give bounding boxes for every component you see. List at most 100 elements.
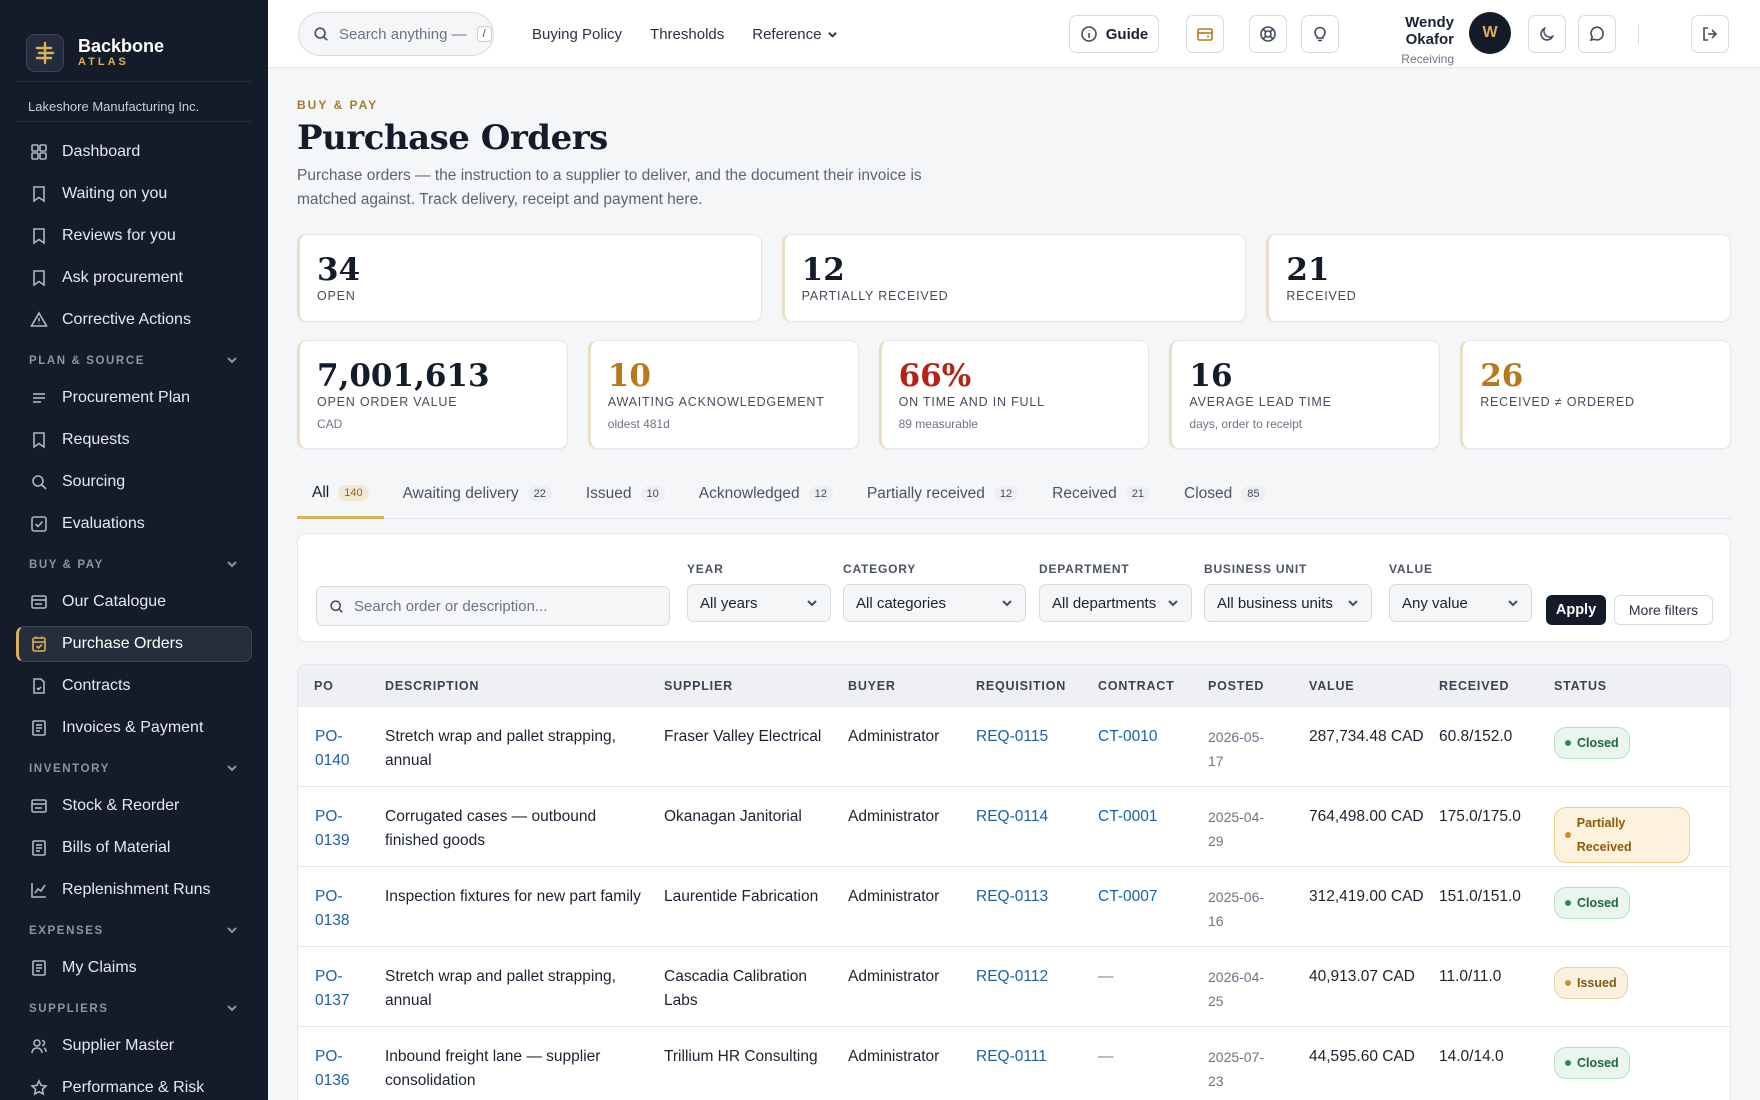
filter-year: YEAR All years — [687, 562, 831, 622]
sidebar-item-our-catalogue[interactable]: Our Catalogue — [16, 584, 252, 620]
avatar[interactable]: W — [1469, 12, 1511, 54]
column-header-description[interactable]: DESCRIPTION — [383, 679, 662, 693]
year-select[interactable]: All years — [687, 584, 831, 622]
sidebar-item-invoices-payment[interactable]: Invoices & Payment — [16, 710, 252, 746]
requisition-link[interactable]: REQ-0112 — [974, 965, 1096, 1026]
tab-closed[interactable]: Closed 85 — [1169, 469, 1281, 519]
tab-received[interactable]: Received 21 — [1037, 469, 1165, 519]
table-row[interactable]: PO- 0138 Inspection fixtures for new part… — [298, 867, 1730, 947]
table-row[interactable]: PO- 0139 Corrugated cases — outbound fini… — [298, 787, 1730, 867]
po-link[interactable]: PO- 0136 — [298, 1045, 383, 1100]
support-button[interactable] — [1249, 15, 1287, 53]
sidebar-item-reviews-for-you[interactable]: Reviews for you — [16, 218, 252, 254]
tab-all[interactable]: All 140 — [297, 469, 384, 519]
top-nav-reference[interactable]: Reference — [752, 26, 838, 43]
sidebar-item-contracts[interactable]: Contracts — [16, 668, 252, 704]
sidebar-item-label: Reviews for you — [62, 227, 176, 244]
table-row[interactable]: PO- 0136 Inbound freight lane — supplier … — [298, 1027, 1730, 1100]
stat-sub: days, order to receipt — [1189, 417, 1303, 431]
sidebar-item-purchase-orders[interactable]: Purchase Orders — [16, 626, 252, 662]
guide-button[interactable]: Guide — [1069, 15, 1159, 53]
column-header-po[interactable]: PO — [298, 679, 383, 693]
column-header-buyer[interactable]: BUYER — [846, 679, 974, 693]
apply-button[interactable]: Apply — [1546, 595, 1606, 625]
column-header-received[interactable]: RECEIVED — [1437, 679, 1552, 693]
stat-awaiting-acknowledgement[interactable]: 10 AWAITING ACKNOWLEDGEMENT oldest 481d — [587, 340, 859, 449]
sidebar-item-label: Waiting on you — [62, 185, 168, 202]
contract-link[interactable]: CT-0007 — [1096, 885, 1206, 946]
supplier-cell: Trillium HR Consulting — [664, 1048, 818, 1065]
sidebar-item-dashboard[interactable]: Dashboard — [16, 134, 252, 170]
po-link[interactable]: PO- 0137 — [298, 965, 383, 1026]
tab-issued[interactable]: Issued 10 — [571, 469, 680, 519]
department-select[interactable]: All departments — [1039, 584, 1192, 622]
sidebar-item-supplier-master[interactable]: Supplier Master — [16, 1028, 252, 1064]
stat-received[interactable]: 21 RECEIVED — [1266, 234, 1731, 322]
requisition-link[interactable]: REQ-0115 — [974, 725, 1096, 786]
section-inventory[interactable]: INVENTORY — [16, 754, 252, 784]
column-header-contract[interactable]: CONTRACT — [1096, 679, 1206, 693]
section-buy-pay[interactable]: BUY & PAY — [16, 550, 252, 580]
table-row[interactable]: PO- 0140 Stretch wrap and pallet strappin… — [298, 707, 1730, 787]
column-header-status[interactable]: STATUS — [1552, 679, 1702, 693]
top-nav-thresholds[interactable]: Thresholds — [650, 26, 724, 43]
requisition-link[interactable]: REQ-0113 — [974, 885, 1096, 946]
section-plan-source[interactable]: PLAN & SOURCE — [16, 346, 252, 376]
po-link[interactable]: PO- 0140 — [298, 725, 383, 786]
category-select[interactable]: All categories — [843, 584, 1026, 622]
star-icon — [30, 1079, 48, 1097]
sidebar-item-sourcing[interactable]: Sourcing — [16, 464, 252, 500]
more-filters-button[interactable]: More filters — [1614, 595, 1713, 625]
stat-value: 10 — [607, 358, 651, 394]
sidebar-item-waiting-on-you[interactable]: Waiting on you — [16, 176, 252, 212]
sidebar-item-performance-risk[interactable]: Performance & Risk — [16, 1070, 252, 1100]
tab-awaiting-delivery[interactable]: Awaiting delivery 22 — [388, 469, 567, 519]
business-unit-select[interactable]: All business units — [1204, 584, 1372, 622]
contract-link[interactable]: CT-0001 — [1096, 805, 1206, 866]
sidebar-item-evaluations[interactable]: Evaluations — [16, 506, 252, 542]
po-link[interactable]: PO- 0139 — [298, 805, 383, 866]
sidebar-item-bills-of-material[interactable]: Bills of Material — [16, 830, 252, 866]
chat-button[interactable] — [1578, 15, 1616, 53]
filter-category: CATEGORY All categories — [843, 562, 1026, 622]
value-select[interactable]: Any value — [1389, 584, 1532, 622]
column-header-posted[interactable]: POSTED — [1206, 679, 1307, 693]
wallet-button[interactable] — [1186, 15, 1224, 53]
stat-on-time-in-full[interactable]: 66% ON TIME AND IN FULL 89 measurable — [878, 340, 1150, 449]
tab-partially-received[interactable]: Partially received 12 — [852, 469, 1033, 519]
sidebar-item-my-claims[interactable]: My Claims — [16, 950, 252, 986]
column-header-value[interactable]: VALUE — [1307, 679, 1437, 693]
sidebar-item-replenishment-runs[interactable]: Replenishment Runs — [16, 872, 252, 908]
section-expenses[interactable]: EXPENSES — [16, 916, 252, 946]
sidebar-item-requests[interactable]: Requests — [16, 422, 252, 458]
brand[interactable]: Backbone ATLAS — [16, 0, 252, 82]
user-info[interactable]: Wendy Okafor Receiving — [1354, 14, 1454, 66]
top-nav-buying-policy[interactable]: Buying Policy — [532, 26, 622, 43]
stat-open-order-value[interactable]: 7,001,613 OPEN ORDER VALUE CAD — [297, 340, 568, 449]
stat-open[interactable]: 34 OPEN — [297, 234, 762, 322]
stat-average-lead-time[interactable]: 16 AVERAGE LEAD TIME days, order to rece… — [1169, 340, 1441, 449]
sidebar-item-corrective-actions[interactable]: Corrective Actions — [16, 302, 252, 338]
sidebar-item-ask-procurement[interactable]: Ask procurement — [16, 260, 252, 296]
sidebar-item-procurement-plan[interactable]: Procurement Plan — [16, 380, 252, 416]
sidebar-item-stock-reorder[interactable]: Stock & Reorder — [16, 788, 252, 824]
requisition-link[interactable]: REQ-0114 — [974, 805, 1096, 866]
stat-received-not-ordered[interactable]: 26 RECEIVED ≠ ORDERED — [1460, 340, 1731, 449]
status-label: Issued — [1577, 976, 1617, 990]
contract-link[interactable]: CT-0010 — [1096, 725, 1206, 786]
tips-button[interactable] — [1301, 15, 1339, 53]
order-search-input[interactable]: Search order or description... — [316, 586, 670, 626]
dark-mode-toggle[interactable] — [1528, 15, 1566, 53]
sign-out-button[interactable] — [1691, 15, 1729, 53]
po-link[interactable]: PO- 0138 — [298, 885, 383, 946]
global-search-input[interactable]: Search anything — / — [298, 12, 494, 56]
tab-acknowledged[interactable]: Acknowledged 12 — [684, 469, 848, 519]
table-row[interactable]: PO- 0137 Stretch wrap and pallet strappin… — [298, 947, 1730, 1027]
organization-name[interactable]: Lakeshore Manufacturing Inc. — [16, 82, 252, 122]
column-header-requisition[interactable]: REQUISITION — [974, 679, 1096, 693]
section-suppliers[interactable]: SUPPLIERS — [16, 994, 252, 1024]
column-header-supplier[interactable]: SUPPLIER — [662, 679, 846, 693]
stat-partially-received[interactable]: 12 PARTIALLY RECEIVED — [781, 234, 1247, 322]
requisition-link[interactable]: REQ-0111 — [974, 1045, 1096, 1100]
chevron-down-icon — [828, 31, 838, 38]
